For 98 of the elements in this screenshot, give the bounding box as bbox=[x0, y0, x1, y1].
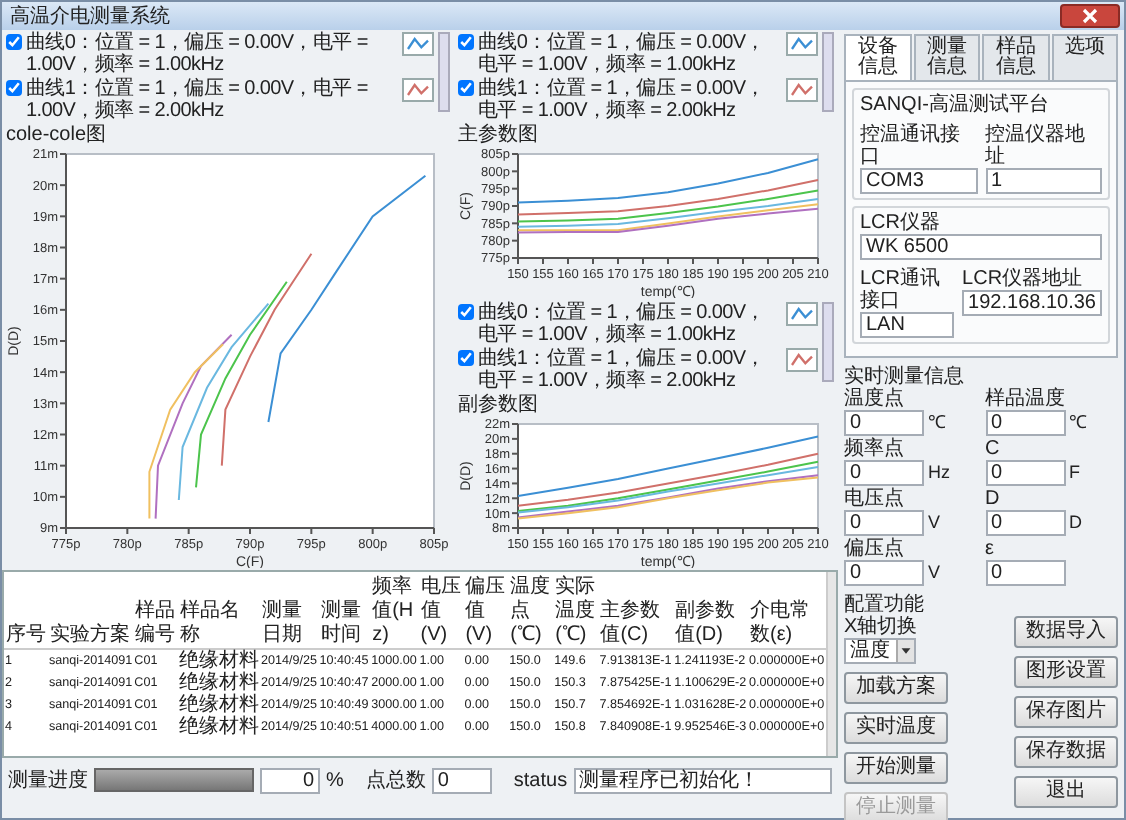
text-field[interactable]: 0 bbox=[985, 460, 1065, 486]
column-header: 实际温度(℃) bbox=[553, 572, 599, 649]
field-label: X轴切换 bbox=[844, 616, 920, 638]
column-header: 温度点(℃) bbox=[508, 572, 554, 649]
field-label: LCR仪器地址 bbox=[962, 268, 1085, 290]
tab[interactable]: 测量信息 bbox=[913, 34, 980, 80]
text-field[interactable]: 0 bbox=[844, 510, 924, 536]
column-header: 副参数值(D) bbox=[673, 572, 748, 649]
status-label: status bbox=[513, 769, 568, 791]
tab[interactable]: 选项 bbox=[1051, 34, 1118, 80]
field-label: LCR通讯接口 bbox=[860, 268, 943, 312]
percent-field: 0 bbox=[260, 767, 320, 793]
column-header: 主参数值(C) bbox=[598, 572, 674, 649]
section-title: 配置功能 bbox=[844, 594, 926, 616]
field-label: 温度点 bbox=[844, 388, 906, 410]
chart-title: 副参数图 bbox=[458, 394, 540, 416]
points-field: 0 bbox=[431, 767, 492, 793]
unit-label: F bbox=[1069, 463, 1080, 483]
text-field[interactable]: 0 bbox=[985, 410, 1065, 436]
points-label: 点总数 bbox=[365, 769, 426, 791]
field-label: 电压点 bbox=[844, 488, 906, 510]
button[interactable]: 开始测量 bbox=[844, 752, 948, 784]
chart-title: cole-cole图 bbox=[6, 124, 109, 146]
close-button[interactable] bbox=[1060, 4, 1120, 28]
unit-label: ℃ bbox=[928, 413, 946, 433]
unit-label: Hz bbox=[928, 463, 950, 483]
legend-checkbox[interactable] bbox=[458, 34, 474, 50]
field-label: 样品温度 bbox=[985, 388, 1067, 410]
legend-label: 曲线0：位置 = 1，偏压 = 0.00V，电平 = 1.00V，频率 = 1.00kHz bbox=[478, 32, 767, 76]
scrollbar[interactable] bbox=[438, 32, 450, 112]
legend-checkbox[interactable] bbox=[6, 34, 22, 50]
legend-label: 曲线0：位置 = 1，偏压 = 0.00V，电平 = 1.00V，频率 = 1.00kHz bbox=[26, 32, 370, 76]
column-header: 样品编号 bbox=[133, 572, 179, 649]
button[interactable]: 数据导入 bbox=[1014, 616, 1118, 648]
text-field[interactable]: 0 bbox=[985, 510, 1065, 536]
column-header: 电压值(V) bbox=[418, 572, 464, 649]
unit-label: D bbox=[1069, 513, 1082, 533]
scrollbar[interactable] bbox=[822, 32, 834, 112]
tab[interactable]: 样品信息 bbox=[982, 34, 1049, 80]
tab[interactable]: 设备信息 bbox=[844, 34, 911, 80]
button[interactable]: 保存数据 bbox=[1014, 736, 1118, 768]
field-label: 偏压点 bbox=[844, 538, 906, 560]
scrollbar[interactable] bbox=[826, 572, 836, 756]
status-field: 测量程序已初始化！ bbox=[573, 767, 832, 793]
legend-checkbox[interactable] bbox=[458, 304, 474, 320]
legend-checkbox[interactable] bbox=[458, 80, 474, 96]
text-field[interactable]: 0 bbox=[844, 460, 924, 486]
group-title: SANQI-高温测试平台 bbox=[860, 94, 1051, 116]
table-cell: 绝缘材料 bbox=[178, 672, 261, 694]
column-header: 样品名称 bbox=[178, 572, 261, 649]
section-title: 实时测量信息 bbox=[844, 366, 966, 388]
legend-checkbox[interactable] bbox=[458, 350, 474, 366]
unit-label: V bbox=[928, 513, 941, 533]
text-field[interactable]: LAN bbox=[860, 312, 955, 338]
window-title: 高温介电测量系统 bbox=[10, 5, 170, 27]
text-field[interactable]: COM3 bbox=[860, 168, 977, 194]
button[interactable]: 实时温度 bbox=[844, 712, 948, 744]
legend-label: 曲线1：位置 = 1，偏压 = 0.00V，电平 = 1.00V，频率 = 2.00kHz bbox=[478, 78, 767, 122]
text-field[interactable]: 0 bbox=[985, 560, 1065, 586]
text-field[interactable]: WK 6500 bbox=[860, 234, 1102, 260]
column-header: 测量日期 bbox=[260, 572, 319, 649]
column-header: 偏压值(V) bbox=[463, 572, 509, 649]
legend-label: 曲线0：位置 = 1，偏压 = 0.00V，电平 = 1.00V，频率 = 1.00kHz bbox=[478, 302, 767, 346]
text-field[interactable]: 0 bbox=[844, 560, 924, 586]
column-header: 测量时间 bbox=[318, 572, 371, 649]
button[interactable]: 加载方案 bbox=[844, 672, 948, 704]
button[interactable]: 图形设置 bbox=[1014, 656, 1118, 688]
unit-label: ℃ bbox=[1069, 413, 1087, 433]
percent-unit: % bbox=[326, 769, 344, 791]
table-cell: 绝缘材料 bbox=[178, 716, 261, 738]
column-header: 频率值(Hz) bbox=[370, 572, 419, 649]
close-icon bbox=[1082, 8, 1098, 24]
field-label: LCR仪器 bbox=[860, 212, 943, 234]
text-field[interactable]: 0 bbox=[844, 410, 924, 436]
column-header: 序号 bbox=[4, 572, 48, 649]
column-header: 实验方案 bbox=[48, 572, 134, 649]
field-label: 控温通讯接口 bbox=[860, 124, 962, 168]
y-axis bbox=[511, 153, 519, 259]
text-field[interactable]: 1 bbox=[985, 168, 1102, 194]
table-cell: 绝缘材料 bbox=[178, 649, 261, 672]
button[interactable]: 保存图片 bbox=[1014, 696, 1118, 728]
legend-checkbox[interactable] bbox=[6, 80, 22, 96]
text-field[interactable]: 192.168.10.36 bbox=[962, 290, 1102, 316]
field-label: C bbox=[985, 438, 1002, 460]
chart-title: 主参数图 bbox=[458, 124, 540, 146]
caret-icon bbox=[896, 640, 914, 662]
field-label: D bbox=[985, 488, 1002, 510]
button[interactable]: 退出 bbox=[1014, 776, 1118, 808]
scrollbar[interactable] bbox=[822, 302, 834, 382]
dropdown[interactable]: 温度 bbox=[844, 638, 916, 664]
y-axis bbox=[511, 423, 519, 529]
legend-label: 曲线1：位置 = 1，偏压 = 0.00V，电平 = 1.00V，频率 = 2.00kHz bbox=[478, 348, 767, 392]
field-label: 控温仪器地址 bbox=[985, 124, 1087, 168]
progress-label: 测量进度 bbox=[8, 769, 88, 791]
table-cell: 绝缘材料 bbox=[178, 694, 261, 716]
unit-label: V bbox=[928, 563, 941, 583]
field-label: 频率点 bbox=[844, 438, 906, 460]
field-label: ε bbox=[985, 538, 996, 560]
